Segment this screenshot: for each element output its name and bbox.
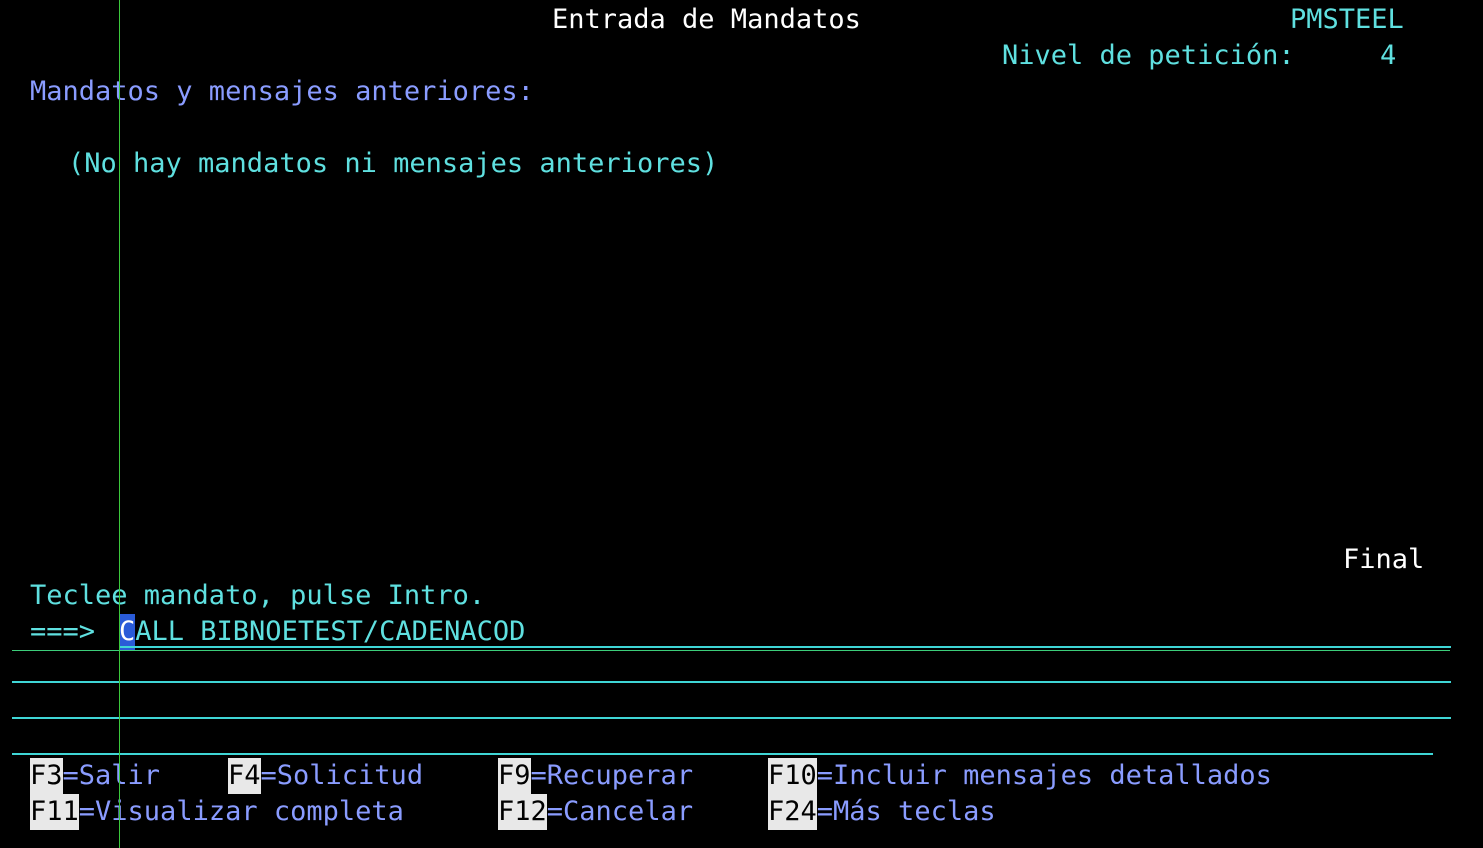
fkey-f9[interactable]: F9=Recuperar	[498, 758, 693, 794]
fkey-f4[interactable]: F4=Solicitud	[228, 758, 423, 794]
command-field-line-1[interactable]	[119, 646, 1451, 648]
command-field-line-4[interactable]	[12, 753, 1433, 755]
fkey-f3[interactable]: F3=Salir	[30, 758, 160, 794]
fkey-f24[interactable]: F24=Más teclas	[768, 794, 996, 830]
system-name: PMSTEEL	[1290, 4, 1404, 35]
fkey-f10[interactable]: F10=Incluir mensajes detallados	[768, 758, 1272, 794]
screen-title: Entrada de Mandatos	[552, 4, 861, 35]
column-guide-line	[119, 0, 120, 848]
request-level-value: 4	[1380, 40, 1397, 71]
request-level-label: Nivel de petición:	[1002, 40, 1295, 71]
scroll-indicator: Final	[1343, 544, 1425, 575]
command-field-line-2[interactable]	[12, 681, 1451, 683]
fkey-f12[interactable]: F12=Cancelar	[498, 794, 693, 830]
text-cursor: C	[119, 614, 136, 650]
command-input[interactable]: CALL BIBNOETEST/CADENACOD	[119, 614, 525, 650]
command-prompt: ===>	[30, 616, 96, 647]
command-instruction: Teclee mandato, pulse Intro.	[30, 580, 486, 611]
history-heading: Mandatos y mensajes anteriores:	[30, 76, 534, 107]
command-field-guide-line	[12, 650, 1450, 651]
terminal-screen: Entrada de Mandatos PMSTEEL Nivel de pet…	[0, 0, 1483, 848]
command-field-line-3[interactable]	[12, 717, 1451, 719]
command-value: ALL BIBNOETEST/CADENACOD	[135, 616, 526, 647]
fkey-f11[interactable]: F11=Visualizar completa	[30, 794, 404, 830]
history-empty-message: (No hay mandatos ni mensajes anteriores)	[68, 148, 719, 179]
